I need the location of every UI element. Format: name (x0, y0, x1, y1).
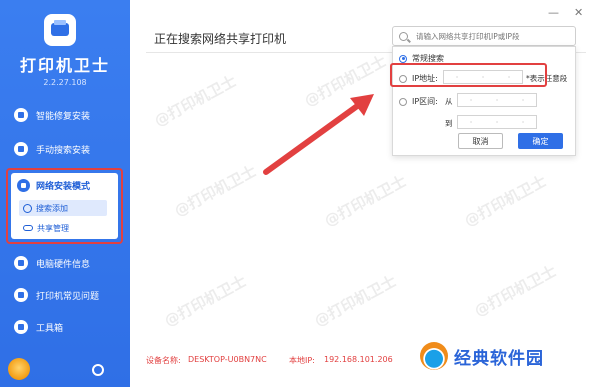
app-title: 打印机卫士 (19, 56, 110, 75)
ip-dot: · (469, 117, 473, 127)
watermark: @打印机卫士 (311, 271, 400, 331)
annotation-arrow (263, 94, 374, 175)
watermark: @打印机卫士 (461, 171, 550, 231)
sidebar-item-network-install[interactable]: 网络安装模式 (17, 179, 90, 192)
page-title: 正在搜索网络共享打印机 (154, 32, 287, 46)
sidebar-item-label: 智能修复安装 (36, 111, 91, 122)
brand-watermark: 经典软件园 (420, 342, 544, 370)
ip-dot: · (495, 95, 499, 105)
sidebar-item-manual-search[interactable]: 手动搜索安装 (8, 138, 122, 160)
sidebar-item-label: 手动搜索安装 (36, 145, 91, 156)
close-button[interactable]: ✕ (574, 6, 583, 19)
range-from-label: 从 (445, 97, 453, 106)
network-install-card: 网络安装模式 搜索添加 共享管理 (11, 173, 118, 239)
ip-address-highlight (390, 63, 547, 87)
watermark: @打印机卫士 (171, 161, 260, 221)
local-ip-label: 本地IP: (289, 356, 315, 365)
printer-logo-icon (44, 14, 76, 46)
brand-logo-icon (420, 342, 448, 370)
watermark: @打印机卫士 (471, 261, 560, 321)
gear-icon[interactable] (92, 364, 104, 376)
ip-dot: · (521, 117, 525, 127)
faq-icon (14, 288, 28, 302)
network-icon (17, 179, 30, 192)
sidebar-item-printer-faq[interactable]: 打印机常见问题 (8, 284, 122, 306)
ip-range-from-field[interactable]: · · · (457, 93, 537, 107)
avatar[interactable] (8, 358, 30, 380)
sidebar: 打印机卫士 2.2.27.108 智能修复安装 手动搜索安装 网络安装模式 搜索… (0, 0, 130, 387)
watermark: @打印机卫士 (161, 271, 250, 331)
ip-range-to-field[interactable]: · · · (457, 115, 537, 129)
sidebar-item-toolbox[interactable]: 工具箱 (8, 316, 122, 338)
sidebar-subitem-label: 搜索添加 (36, 203, 68, 213)
sidebar-subitem-label: 共享管理 (37, 223, 69, 233)
sidebar-item-label: 网络安装模式 (36, 182, 91, 192)
sidebar-item-hardware-info[interactable]: 电脑硬件信息 (8, 252, 122, 274)
cloud-icon (23, 225, 33, 231)
manual-search-icon (14, 142, 28, 156)
search-box (392, 26, 576, 46)
option-label: IP区间: (412, 97, 438, 106)
range-to-label: 到 (445, 119, 453, 128)
search-icon[interactable] (399, 31, 408, 41)
hardware-icon (14, 256, 28, 270)
ip-dot: · (495, 117, 499, 127)
toolbox-icon (14, 320, 28, 334)
sidebar-subitem-share-manage[interactable]: 共享管理 (19, 220, 107, 236)
brand-text: 经典软件园 (454, 348, 544, 369)
sidebar-item-label: 电脑硬件信息 (36, 259, 91, 270)
option-ip-range[interactable]: IP区间: (399, 96, 438, 107)
confirm-button[interactable]: 确定 (518, 133, 563, 149)
sidebar-item-label: 打印机常见问题 (36, 291, 100, 302)
radio-ip-range[interactable] (399, 97, 407, 106)
network-install-panel: 网络安装模式 搜索添加 共享管理 (6, 168, 123, 244)
sidebar-item-label: 工具箱 (36, 323, 64, 334)
ip-dot: · (521, 95, 525, 105)
local-ip-value: 192.168.101.206 (324, 355, 393, 364)
search-add-icon (23, 203, 32, 213)
cancel-button[interactable]: 取消 (458, 133, 503, 149)
watermark: @打印机卫士 (151, 71, 240, 131)
device-name-value: DESKTOP-U0BN7NC (188, 355, 267, 364)
radio-normal-search[interactable] (399, 54, 407, 63)
search-input[interactable] (416, 31, 571, 41)
sidebar-subitem-search-add[interactable]: 搜索添加 (19, 200, 107, 216)
app-version: 2.2.27.108 (43, 78, 87, 87)
minimize-button[interactable]: — (548, 6, 559, 19)
repair-icon (14, 108, 28, 122)
ip-dot: · (469, 95, 473, 105)
device-name-label: 设备名称: (146, 356, 181, 365)
sidebar-item-smart-repair[interactable]: 智能修复安装 (8, 104, 122, 126)
